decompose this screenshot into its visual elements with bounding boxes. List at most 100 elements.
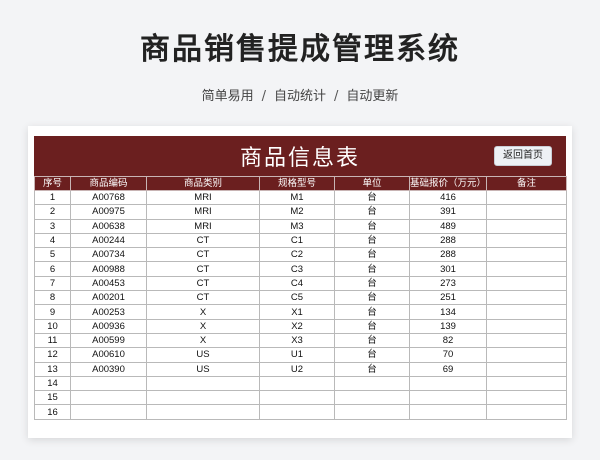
table-cell[interactable]: C3 — [259, 261, 335, 277]
table-cell[interactable]: M2 — [259, 204, 335, 220]
table-cell[interactable]: 9 — [34, 304, 71, 320]
table-cell[interactable]: 11 — [34, 332, 71, 349]
table-cell[interactable]: 139 — [409, 318, 487, 334]
table-cell[interactable]: X3 — [259, 332, 335, 349]
table-cell[interactable]: 134 — [409, 304, 487, 320]
table-cell[interactable]: X — [146, 304, 260, 320]
table-cell[interactable]: 台 — [334, 218, 410, 234]
table-cell[interactable] — [486, 347, 567, 363]
table-cell[interactable]: CT — [146, 232, 260, 249]
table-cell[interactable] — [70, 390, 147, 406]
table-cell[interactable]: 288 — [409, 247, 487, 263]
table-cell[interactable]: A00768 — [70, 189, 147, 206]
table-cell[interactable]: 台 — [334, 275, 410, 292]
table-cell[interactable]: A00988 — [70, 261, 147, 277]
table-cell[interactable]: 15 — [34, 390, 71, 406]
table-cell[interactable]: 416 — [409, 189, 487, 206]
table-cell[interactable]: 12 — [34, 347, 71, 363]
table-cell[interactable] — [486, 332, 567, 349]
table-cell[interactable] — [409, 390, 487, 406]
table-cell[interactable]: C5 — [259, 290, 335, 306]
table-cell[interactable]: 台 — [334, 318, 410, 334]
table-cell[interactable]: 2 — [34, 204, 71, 220]
back-home-button[interactable]: 返回首页 — [494, 146, 552, 166]
table-cell[interactable]: 69 — [409, 361, 487, 377]
table-cell[interactable]: A00975 — [70, 204, 147, 220]
table-cell[interactable]: 台 — [334, 361, 410, 377]
table-cell[interactable] — [486, 404, 567, 420]
table-cell[interactable]: U1 — [259, 347, 335, 363]
table-cell[interactable]: 台 — [334, 347, 410, 363]
table-cell[interactable] — [486, 361, 567, 377]
table-cell[interactable] — [146, 390, 260, 406]
table-cell[interactable]: A00244 — [70, 232, 147, 249]
table-cell[interactable]: MRI — [146, 218, 260, 234]
table-cell[interactable] — [146, 375, 260, 392]
table-cell[interactable]: CT — [146, 275, 260, 292]
table-cell[interactable]: U2 — [259, 361, 335, 377]
table-cell[interactable]: A00936 — [70, 318, 147, 334]
table-cell[interactable]: 7 — [34, 275, 71, 292]
table-cell[interactable]: 288 — [409, 232, 487, 249]
table-cell[interactable] — [486, 275, 567, 292]
table-cell[interactable]: A00599 — [70, 332, 147, 349]
table-cell[interactable] — [486, 304, 567, 320]
table-cell[interactable]: 台 — [334, 189, 410, 206]
table-cell[interactable]: 8 — [34, 290, 71, 306]
table-cell[interactable]: M1 — [259, 189, 335, 206]
table-cell[interactable]: 6 — [34, 261, 71, 277]
table-cell[interactable] — [334, 404, 410, 420]
table-cell[interactable] — [259, 404, 335, 420]
table-cell[interactable]: A00734 — [70, 247, 147, 263]
table-cell[interactable]: 台 — [334, 332, 410, 349]
table-cell[interactable] — [486, 261, 567, 277]
table-cell[interactable]: CT — [146, 261, 260, 277]
table-cell[interactable]: 14 — [34, 375, 71, 392]
table-cell[interactable]: X — [146, 318, 260, 334]
table-cell[interactable]: 1 — [34, 189, 71, 206]
table-cell[interactable]: 4 — [34, 232, 71, 249]
table-cell[interactable]: 489 — [409, 218, 487, 234]
table-cell[interactable]: 301 — [409, 261, 487, 277]
table-cell[interactable] — [486, 318, 567, 334]
table-cell[interactable] — [486, 375, 567, 392]
table-cell[interactable]: X2 — [259, 318, 335, 334]
table-cell[interactable] — [409, 375, 487, 392]
table-cell[interactable]: CT — [146, 290, 260, 306]
table-cell[interactable] — [486, 390, 567, 406]
table-cell[interactable] — [259, 375, 335, 392]
table-cell[interactable]: 台 — [334, 261, 410, 277]
table-cell[interactable]: A00453 — [70, 275, 147, 292]
table-cell[interactable]: X — [146, 332, 260, 349]
table-cell[interactable]: A00390 — [70, 361, 147, 377]
table-cell[interactable] — [486, 247, 567, 263]
table-cell[interactable]: A00201 — [70, 290, 147, 306]
table-cell[interactable] — [259, 390, 335, 406]
table-cell[interactable] — [409, 404, 487, 420]
table-cell[interactable]: 台 — [334, 247, 410, 263]
table-cell[interactable]: MRI — [146, 204, 260, 220]
table-cell[interactable]: 13 — [34, 361, 71, 377]
table-cell[interactable] — [486, 189, 567, 206]
table-cell[interactable]: MRI — [146, 189, 260, 206]
table-cell[interactable]: M3 — [259, 218, 335, 234]
table-cell[interactable]: US — [146, 361, 260, 377]
table-cell[interactable]: 16 — [34, 404, 71, 420]
table-cell[interactable]: A00610 — [70, 347, 147, 363]
table-cell[interactable]: 82 — [409, 332, 487, 349]
table-cell[interactable] — [334, 390, 410, 406]
table-cell[interactable]: 70 — [409, 347, 487, 363]
table-cell[interactable] — [486, 204, 567, 220]
table-cell[interactable]: A00638 — [70, 218, 147, 234]
table-cell[interactable] — [334, 375, 410, 392]
table-cell[interactable] — [486, 218, 567, 234]
table-cell[interactable]: C4 — [259, 275, 335, 292]
table-cell[interactable]: X1 — [259, 304, 335, 320]
table-cell[interactable]: CT — [146, 247, 260, 263]
table-cell[interactable]: 台 — [334, 232, 410, 249]
table-cell[interactable] — [146, 404, 260, 420]
table-cell[interactable]: 391 — [409, 204, 487, 220]
table-cell[interactable] — [70, 404, 147, 420]
table-cell[interactable]: 5 — [34, 247, 71, 263]
table-cell[interactable]: 台 — [334, 204, 410, 220]
